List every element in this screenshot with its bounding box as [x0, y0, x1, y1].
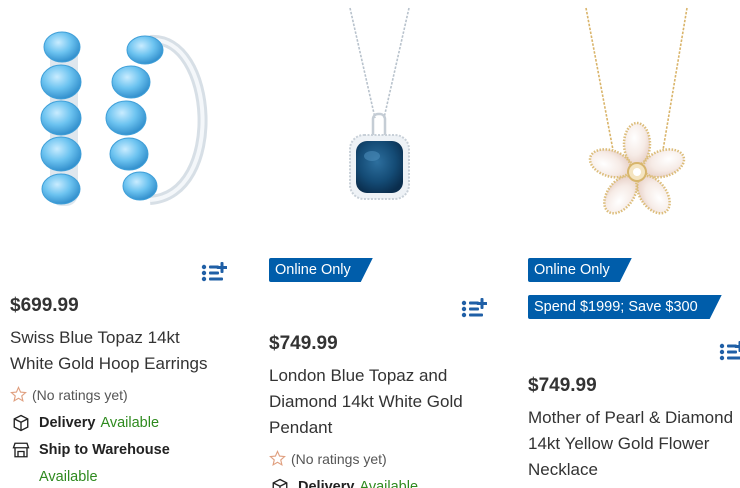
ship-to-warehouse-row: Ship to Warehouse: [12, 441, 170, 459]
online-only-badge: Online Only: [528, 258, 632, 282]
product-name-line: Diamond 14kt White Gold: [269, 392, 463, 411]
rating-row[interactable]: (No ratings yet): [10, 386, 128, 403]
ship-status: Available: [39, 469, 98, 485]
box-icon: [13, 414, 29, 432]
delivery-label: Delivery: [39, 415, 96, 431]
rating-text: (No ratings yet): [291, 450, 387, 467]
rating-row[interactable]: (No ratings yet): [269, 450, 387, 467]
rating-text: (No ratings yet): [32, 386, 128, 403]
add-to-list-icon[interactable]: [461, 298, 487, 318]
delivery-row: Delivery Available: [271, 478, 418, 488]
delivery-row: Delivery Available: [12, 414, 159, 432]
product-price: $749.99: [528, 375, 597, 396]
delivery-status: Available: [359, 479, 419, 488]
product-image-flower-necklace[interactable]: [518, 0, 740, 230]
product-grid: $699.99 Swiss Blue Topaz 14kt White Gold…: [0, 0, 740, 488]
product-image-hoop-earrings[interactable]: [0, 0, 258, 230]
product-price: $749.99: [269, 333, 338, 354]
product-name-line: Mother of Pearl & Diamond: [528, 408, 734, 427]
add-to-list-icon[interactable]: [719, 341, 740, 361]
product-name-line: White Gold Hoop Earrings: [10, 354, 208, 373]
star-outline-icon: [10, 386, 27, 403]
product-name[interactable]: Mother of Pearl & Diamond 14kt Yellow Go…: [528, 405, 733, 483]
product-name-line: London Blue Topaz and: [269, 366, 448, 385]
delivery-label: Delivery: [298, 479, 355, 488]
add-to-list-icon[interactable]: [201, 262, 227, 282]
product-name-line: Pendant: [269, 418, 333, 437]
product-name-line: Swiss Blue Topaz 14kt: [10, 328, 180, 347]
star-outline-icon: [269, 450, 286, 467]
promo-badge: Spend $1999; Save $300: [528, 295, 722, 319]
ship-label: Ship to Warehouse: [39, 442, 170, 458]
box-icon: [272, 478, 288, 488]
product-name[interactable]: Swiss Blue Topaz 14kt White Gold Hoop Ea…: [10, 325, 207, 377]
product-name-line: 14kt Yellow Gold Flower: [528, 434, 710, 453]
online-only-badge: Online Only: [269, 258, 373, 282]
delivery-status: Available: [100, 415, 160, 431]
product-price: $699.99: [10, 295, 79, 316]
warehouse-icon: [12, 442, 30, 458]
product-name[interactable]: London Blue Topaz and Diamond 14kt White…: [269, 363, 463, 441]
product-name-line: Necklace: [528, 460, 598, 479]
product-image-blue-topaz-pendant[interactable]: [259, 0, 518, 230]
